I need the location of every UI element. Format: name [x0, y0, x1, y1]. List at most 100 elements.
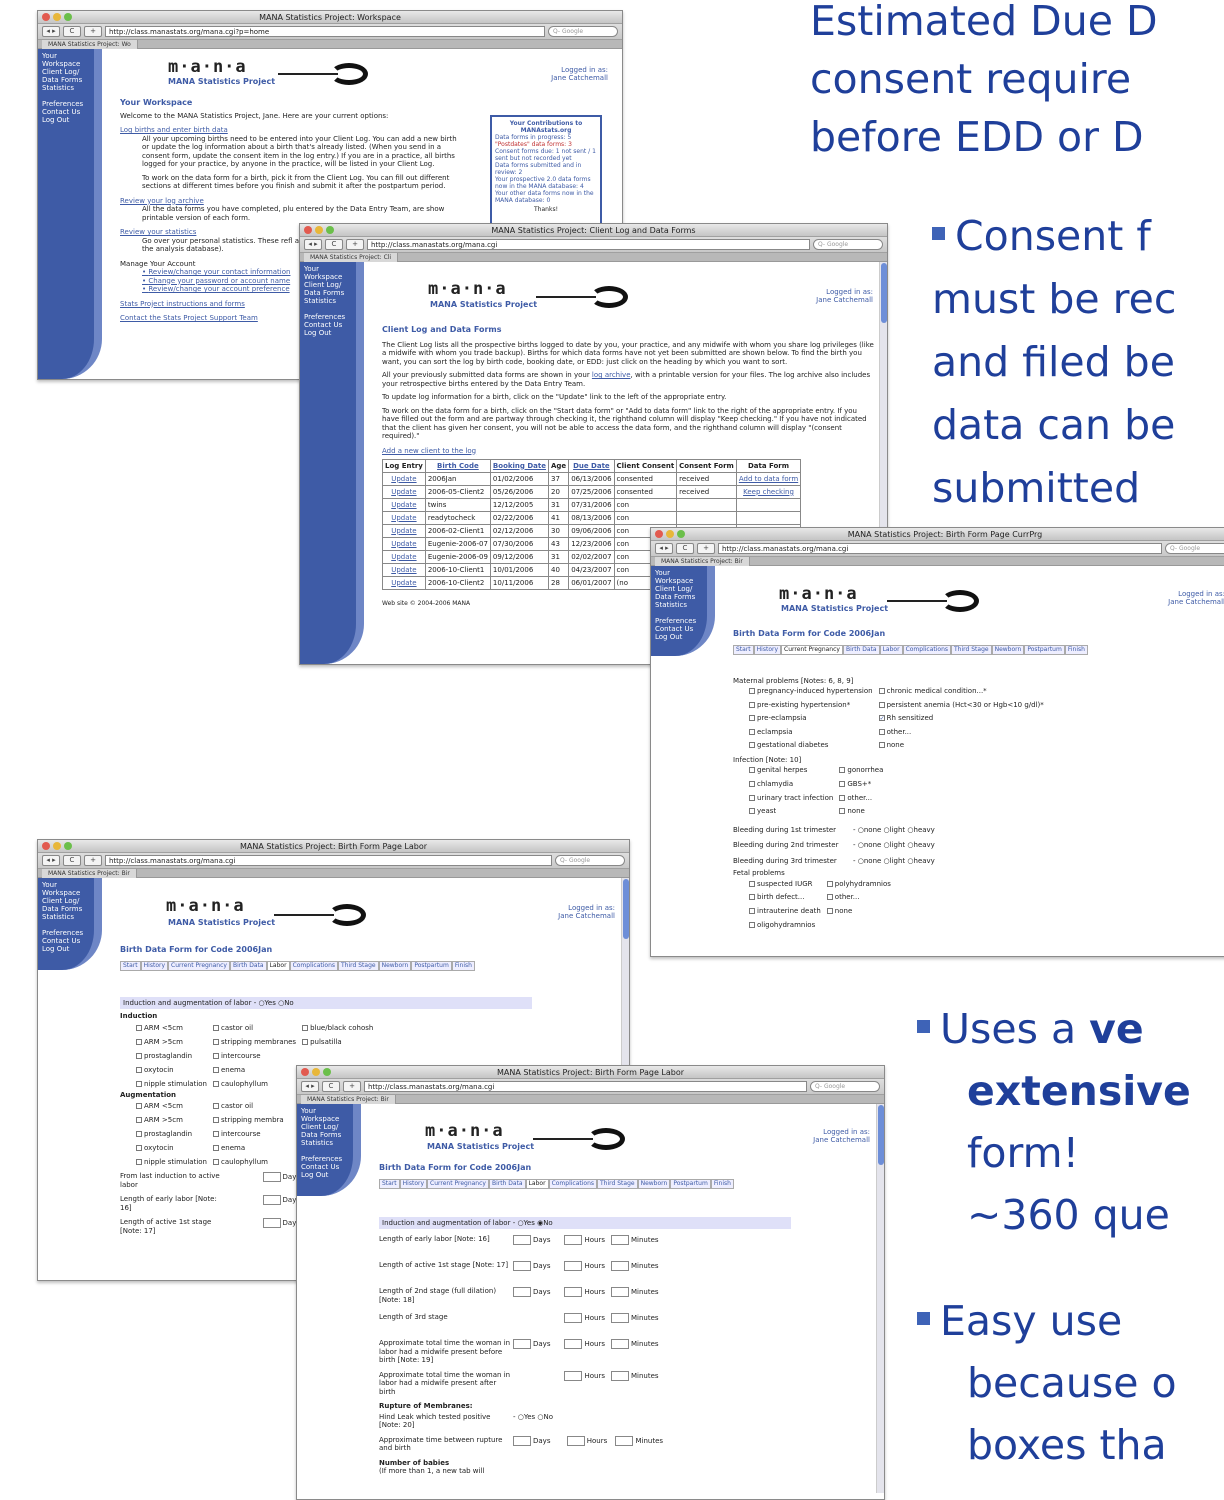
zoom-icon[interactable]: [323, 1068, 331, 1076]
checkbox-option[interactable]: enema: [212, 1141, 284, 1155]
form-tab[interactable]: Newborn: [991, 644, 1025, 655]
form-tab[interactable]: Third Stage: [951, 644, 992, 655]
checkbox-option[interactable]: nipple stimulation: [136, 1077, 207, 1091]
checkbox[interactable]: [212, 1038, 219, 1045]
minimize-icon[interactable]: [53, 842, 61, 850]
form-tab[interactable]: Finish: [451, 960, 475, 971]
form-tab[interactable]: Start: [733, 644, 754, 655]
checkbox[interactable]: [136, 1066, 142, 1073]
nav-logout[interactable]: Log Out: [655, 633, 703, 641]
checkbox-option[interactable]: prostaglandin: [136, 1049, 207, 1063]
form-tab[interactable]: Complications: [548, 1178, 598, 1189]
form-tab[interactable]: History: [399, 1178, 428, 1189]
log-births-link[interactable]: Log births and enter birth data: [120, 126, 460, 135]
minimize-icon[interactable]: [666, 530, 674, 538]
url-field[interactable]: http://class.manastats.org/mana.cgi: [364, 1081, 807, 1092]
minutes-input[interactable]: [611, 1287, 629, 1297]
nav-contact[interactable]: Contact Us: [304, 321, 352, 329]
checkbox-option[interactable]: gestational diabetes: [749, 739, 873, 753]
checkbox[interactable]: [136, 1038, 142, 1045]
nav-contact[interactable]: Contact Us: [42, 108, 90, 116]
nav-data-forms[interactable]: Data Forms: [301, 1131, 349, 1139]
scroll-thumb[interactable]: [878, 1105, 884, 1165]
days-input[interactable]: [262, 1218, 281, 1228]
checkbox-option[interactable]: yeast: [749, 805, 833, 819]
checkbox[interactable]: [826, 894, 833, 901]
reload-icon[interactable]: C: [63, 855, 81, 866]
checkbox-option[interactable]: other...: [839, 792, 883, 806]
checkbox-option[interactable]: none: [878, 739, 1044, 753]
nav-data-forms[interactable]: Data Forms: [42, 76, 90, 84]
browser-tab[interactable]: MANA Statistics Project: Bir: [301, 1095, 396, 1104]
update-link[interactable]: Update: [382, 472, 426, 486]
checkbox[interactable]: [878, 728, 885, 735]
nav-statistics[interactable]: Statistics: [42, 84, 90, 92]
add-bookmark-icon[interactable]: +: [343, 1081, 361, 1092]
nav-contact[interactable]: Contact Us: [42, 937, 90, 945]
nav-logout[interactable]: Log Out: [304, 329, 352, 337]
nav-client-log[interactable]: Client Log/: [655, 585, 703, 593]
nav-preferences[interactable]: Preferences: [301, 1155, 349, 1163]
checkbox[interactable]: [212, 1159, 219, 1165]
form-tab[interactable]: Start: [120, 960, 141, 971]
checkbox[interactable]: [749, 894, 755, 901]
checkbox-option[interactable]: gonorrhea: [839, 764, 883, 778]
form-tab[interactable]: Complications: [289, 960, 339, 971]
checkbox[interactable]: [749, 908, 755, 915]
add-client-link[interactable]: Add a new client to the log: [382, 447, 874, 456]
form-tab[interactable]: Complications: [902, 644, 952, 655]
checkbox-option[interactable]: ARM >5cm: [136, 1113, 207, 1127]
checkbox-option[interactable]: suspected IUGR: [749, 878, 821, 892]
checkbox-option[interactable]: nipple stimulation: [136, 1155, 207, 1169]
minutes-input[interactable]: [611, 1370, 629, 1381]
checkbox-option[interactable]: none: [839, 805, 883, 819]
checkbox[interactable]: [136, 1131, 142, 1137]
checkbox[interactable]: [212, 1052, 219, 1059]
checkbox[interactable]: [749, 921, 755, 928]
checkbox-option[interactable]: oxytocin: [136, 1063, 207, 1077]
form-tab[interactable]: Birth Data: [229, 960, 267, 971]
checkbox[interactable]: [839, 808, 846, 815]
reload-icon[interactable]: C: [676, 543, 694, 554]
checkbox-option[interactable]: oxytocin: [136, 1141, 207, 1155]
checkbox-option[interactable]: stripping membra: [212, 1113, 284, 1127]
browser-tab[interactable]: MANA Statistics Project: Bir: [655, 557, 750, 566]
update-link[interactable]: Update: [382, 576, 426, 590]
form-tab[interactable]: Birth Data: [842, 644, 880, 655]
nav-client-log[interactable]: Client Log/: [304, 281, 352, 289]
checkbox-option[interactable]: blue/black cohosh: [302, 1021, 373, 1035]
checkbox[interactable]: [749, 715, 755, 722]
checkbox-option[interactable]: caulophyllum: [212, 1155, 284, 1169]
form-tab[interactable]: Newborn: [378, 960, 412, 971]
form-tab[interactable]: Finish: [1064, 644, 1088, 655]
checkbox[interactable]: [749, 808, 755, 815]
browser-tab[interactable]: MANA Statistics Project: Wo: [42, 40, 138, 49]
reload-icon[interactable]: C: [63, 26, 81, 37]
checkbox[interactable]: [212, 1103, 219, 1109]
browser-tab[interactable]: MANA Statistics Project: Cli: [304, 253, 399, 262]
nav-workspace[interactable]: Your Workspace: [655, 569, 703, 585]
nav-contact[interactable]: Contact Us: [301, 1163, 349, 1171]
checkbox[interactable]: [878, 688, 885, 694]
checkbox-option[interactable]: persistent anemia (Hct<30 or Hgb<10 g/dl…: [878, 699, 1044, 713]
back-forward-icon[interactable]: ◂ ▸: [42, 26, 60, 37]
window-titlebar[interactable]: MANA Statistics Project: Birth Form Page…: [297, 1066, 884, 1079]
search-field[interactable]: Q- Google: [810, 1081, 880, 1092]
update-link[interactable]: Update: [382, 537, 426, 551]
checkbox-option[interactable]: urinary tract infection: [749, 792, 833, 806]
nav-client-log[interactable]: Client Log/: [301, 1123, 349, 1131]
nav-statistics[interactable]: Statistics: [42, 913, 90, 921]
column-header[interactable]: Birth Code: [424, 459, 491, 473]
checkbox[interactable]: [878, 742, 885, 749]
checkbox-option[interactable]: genital herpes: [749, 764, 833, 778]
browser-tab[interactable]: MANA Statistics Project: Bir: [42, 869, 137, 878]
days-input[interactable]: [513, 1435, 531, 1446]
checkbox[interactable]: [749, 701, 755, 708]
zoom-icon[interactable]: [677, 530, 685, 538]
hours-input[interactable]: [564, 1235, 583, 1245]
checkbox[interactable]: [136, 1103, 142, 1109]
nav-statistics[interactable]: Statistics: [301, 1139, 349, 1147]
minutes-input[interactable]: [611, 1235, 629, 1245]
close-icon[interactable]: [42, 842, 50, 850]
checkbox-option[interactable]: birth defect...: [749, 891, 821, 905]
